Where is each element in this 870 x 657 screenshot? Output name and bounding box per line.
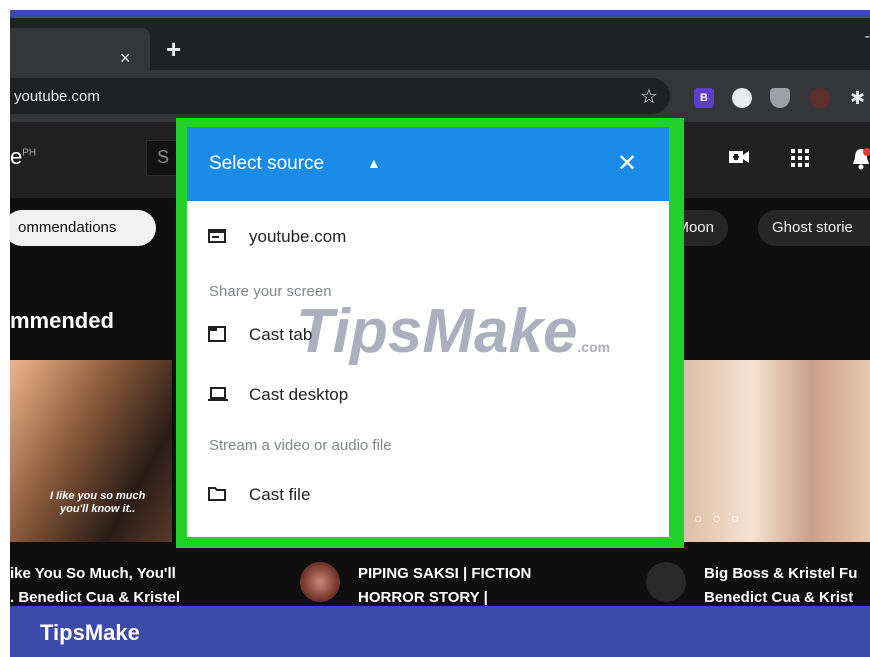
tab-strip: × + - <box>10 18 870 70</box>
puzzle-extensions-icon[interactable]: ✱ <box>850 88 870 108</box>
cast-file-option[interactable]: Cast file <box>187 469 669 519</box>
close-tab-icon[interactable]: × <box>120 48 131 69</box>
source-current-tab[interactable]: youtube.com <box>187 211 669 261</box>
tab-icon <box>207 226 227 246</box>
chip-recommendations[interactable]: ommendations <box>10 210 156 246</box>
youtube-logo[interactable]: ePH <box>10 144 36 170</box>
caret-up-icon[interactable]: ▲ <box>367 155 381 171</box>
browser-tab-icon <box>207 324 227 344</box>
laptop-icon <box>207 384 228 404</box>
channel-avatar[interactable] <box>646 562 686 602</box>
extension-icon[interactable] <box>810 88 830 108</box>
folder-icon <box>207 484 227 504</box>
url-text[interactable]: youtube.com <box>14 88 100 105</box>
video-thumbnail[interactable]: I like you so much you'll know it.. <box>10 360 172 542</box>
source-label: youtube.com <box>249 227 347 246</box>
thumbnail-overlay: ○○○ <box>694 510 750 526</box>
video-title[interactable]: ike You So Much, You'll . Benedict Cua &… <box>10 562 180 606</box>
apps-grid-icon[interactable] <box>790 148 810 174</box>
channel-avatar[interactable] <box>300 562 340 602</box>
extension-b-icon[interactable]: B <box>694 88 714 108</box>
browser-tab[interactable]: × <box>10 28 150 70</box>
video-title[interactable]: PIPING SAKSI | FICTION HORROR STORY | <box>358 562 531 606</box>
new-tab-button[interactable]: + <box>166 34 181 65</box>
star-icon[interactable]: ☆ <box>640 84 658 109</box>
cast-desktop-label: Cast desktop <box>249 385 349 404</box>
dialog-title[interactable]: Select source <box>209 153 324 175</box>
section-title: mmended <box>10 308 114 333</box>
left-border <box>0 10 10 606</box>
thumbnail-caption: I like you so much you'll know it.. <box>50 490 146 515</box>
browser-toolbar: youtube.com ☆ B ✱ <box>10 70 870 122</box>
cast-file-label: Cast file <box>249 485 311 504</box>
shield-extension-icon[interactable] <box>770 88 790 108</box>
close-icon[interactable]: ✕ <box>617 149 637 178</box>
video-title[interactable]: Big Boss & Kristel Fu Benedict Cua & Kri… <box>704 562 857 606</box>
dialog-header[interactable]: Select source ▲ ✕ <box>187 127 669 201</box>
extension-icon[interactable] <box>732 88 752 108</box>
create-video-icon[interactable] <box>728 148 750 172</box>
cast-desktop-option[interactable]: Cast desktop <box>187 369 669 419</box>
notifications-bell-icon[interactable] <box>852 148 870 176</box>
video-thumbnail[interactable]: ○○○ <box>674 360 870 542</box>
top-border <box>10 10 870 18</box>
stream-file-heading: Stream a video or audio file <box>209 437 392 454</box>
screenshot-frame: × + - youtube.com ☆ B ✱ ePH S ommendatio… <box>0 0 870 657</box>
chip-ghost-stories[interactable]: Ghost storie <box>758 210 870 246</box>
watermark: TipsMake.com <box>296 297 611 366</box>
minimize-button[interactable]: - <box>865 28 870 46</box>
address-bar[interactable]: youtube.com ☆ <box>10 78 670 114</box>
footer-banner: TipsMake <box>10 606 870 657</box>
footer-brand: TipsMake <box>40 620 140 645</box>
